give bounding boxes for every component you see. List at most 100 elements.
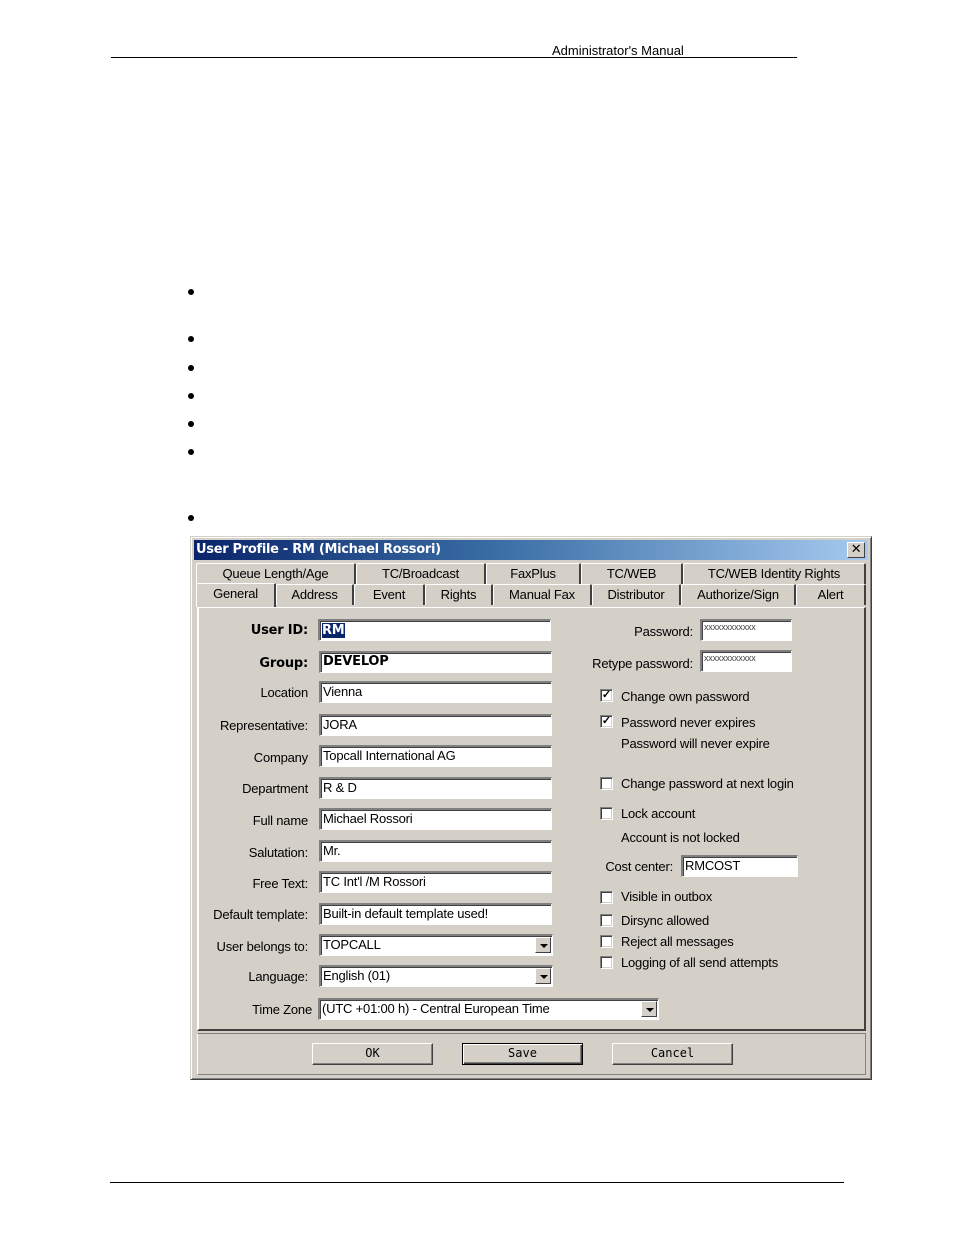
tab-label: General (213, 586, 258, 601)
free-text-input[interactable]: TC Int'l /M Rossori (319, 871, 552, 893)
tab-label: TC/Broadcast (381, 566, 460, 581)
change-own-password-label[interactable]: Change own password (621, 689, 750, 704)
tab-rights[interactable]: Rights (425, 584, 493, 605)
password-expiry-status: Password will never expire (621, 736, 770, 751)
tab-manual-fax[interactable]: Manual Fax (493, 584, 592, 605)
user-id-input[interactable]: RM (318, 619, 551, 641)
user-profile-dialog: User Profile - RM (Michael Rossori) ✕ Qu… (190, 536, 872, 1080)
list-bullet (188, 365, 194, 371)
time-zone-select[interactable]: (UTC +01:00 h) - Central European Time (318, 998, 659, 1020)
tab-alert[interactable]: Alert (796, 584, 866, 605)
company-label: Company (253, 750, 308, 765)
tab-label: Authorize/Sign (697, 587, 779, 602)
tab-label: Manual Fax (509, 587, 575, 602)
close-button[interactable]: ✕ (847, 542, 865, 558)
password-never-expires-checkbox[interactable]: ✓ (600, 715, 613, 728)
user-belongs-to-select[interactable]: TOPCALL (319, 934, 553, 956)
tab-queue-length-age[interactable]: Queue Length/Age (196, 563, 356, 584)
tab-label: Event (372, 587, 406, 602)
tab-distributor[interactable]: Distributor (592, 584, 681, 605)
representative-input[interactable]: JORA (319, 714, 552, 736)
cancel-button[interactable]: Cancel (612, 1043, 733, 1065)
salutation-input[interactable]: Mr. (319, 840, 552, 862)
retype-password-input[interactable]: xxxxxxxxxxxx (700, 650, 792, 672)
general-tab-panel: User ID: RM Group: DEVELOP Location Vien… (197, 607, 866, 1031)
reject-all-messages-label[interactable]: Reject all messages (621, 934, 734, 949)
group-input[interactable]: DEVELOP (319, 651, 552, 673)
dirsync-allowed-label[interactable]: Dirsync allowed (621, 913, 709, 928)
tab-tc-web-identity-rights[interactable]: TC/WEB Identity Rights (683, 563, 866, 584)
language-select[interactable]: English (01) (319, 965, 553, 987)
save-button[interactable]: Save (462, 1043, 583, 1065)
language-value: English (01) (323, 968, 390, 983)
checkmark-icon: ✓ (601, 715, 612, 727)
close-icon: ✕ (850, 542, 862, 557)
list-bullet (188, 421, 194, 427)
footer-rule (110, 1182, 844, 1183)
list-bullet (188, 449, 194, 455)
lock-account-checkbox[interactable] (600, 807, 613, 820)
user-belongs-to-label: User belongs to: (216, 939, 309, 954)
tab-event[interactable]: Event (354, 584, 425, 605)
salutation-label: Salutation: (248, 845, 308, 860)
tab-label: FaxPlus (510, 566, 556, 581)
tab-label: Rights (440, 587, 477, 602)
user-id-value: RM (322, 623, 345, 638)
tab-label: Distributor (607, 587, 665, 602)
password-label: Password: (634, 624, 693, 639)
location-input[interactable]: Vienna (319, 681, 552, 703)
default-template-label: Default template: (213, 907, 308, 922)
change-password-next-login-label[interactable]: Change password at next login (621, 776, 794, 791)
ok-button[interactable]: OK (312, 1043, 433, 1065)
department-label: Department (242, 781, 308, 796)
language-label: Language: (248, 969, 308, 984)
account-lock-status: Account is not locked (621, 830, 740, 845)
dialog-title: User Profile - RM (Michael Rossori) (196, 542, 441, 557)
retype-password-label: Retype password: (592, 656, 693, 671)
change-password-next-login-checkbox[interactable] (600, 777, 613, 790)
tab-label: Address (291, 587, 338, 602)
tab-label: Alert (817, 587, 844, 602)
header-rule (111, 57, 797, 58)
lock-account-label[interactable]: Lock account (621, 806, 695, 821)
cost-center-input[interactable]: RMCOST (681, 855, 798, 877)
user-id-label: User ID: (250, 623, 308, 638)
free-text-label: Free Text: (252, 876, 308, 891)
checkmark-icon: ✓ (601, 689, 612, 701)
dirsync-allowed-checkbox[interactable] (600, 914, 613, 927)
chevron-down-icon[interactable] (641, 1001, 657, 1017)
tab-address[interactable]: Address (276, 584, 354, 605)
time-zone-label: Time Zone (252, 1002, 312, 1017)
default-template-input[interactable]: Built-in default template used! (319, 903, 552, 925)
chevron-down-icon[interactable] (535, 968, 551, 984)
tab-tc-broadcast[interactable]: TC/Broadcast (356, 563, 486, 584)
tab-label: Queue Length/Age (222, 566, 329, 581)
chevron-down-icon[interactable] (535, 937, 551, 953)
password-input[interactable]: xxxxxxxxxxxx (700, 619, 792, 641)
tab-tc-web[interactable]: TC/WEB (581, 563, 683, 584)
tab-general[interactable]: General (196, 583, 276, 607)
list-bullet (188, 336, 194, 342)
tab-authorize-sign[interactable]: Authorize/Sign (681, 584, 796, 605)
company-input[interactable]: Topcall International AG (319, 745, 552, 767)
page-header-title: Administrator's Manual (552, 43, 684, 58)
user-belongs-to-value: TOPCALL (323, 937, 381, 952)
full-name-input[interactable]: Michael Rossori (319, 808, 552, 830)
full-name-label: Full name (252, 813, 308, 828)
visible-in-outbox-checkbox[interactable] (600, 891, 613, 904)
dialog-titlebar[interactable]: User Profile - RM (Michael Rossori) ✕ (194, 540, 868, 560)
tab-label: TC/WEB Identity Rights (707, 566, 841, 581)
logging-send-attempts-checkbox[interactable] (600, 956, 613, 969)
change-own-password-checkbox[interactable]: ✓ (600, 689, 613, 702)
list-bullet (188, 515, 194, 521)
list-bullet (188, 393, 194, 399)
group-label: Group: (259, 656, 308, 671)
visible-in-outbox-label[interactable]: Visible in outbox (621, 889, 712, 904)
reject-all-messages-checkbox[interactable] (600, 935, 613, 948)
tab-label: TC/WEB (606, 566, 657, 581)
tab-faxplus[interactable]: FaxPlus (486, 563, 581, 584)
department-input[interactable]: R & D (319, 777, 552, 799)
password-never-expires-label[interactable]: Password never expires (621, 715, 756, 730)
representative-label: Representative: (219, 718, 308, 733)
logging-send-attempts-label[interactable]: Logging of all send attempts (621, 955, 778, 970)
